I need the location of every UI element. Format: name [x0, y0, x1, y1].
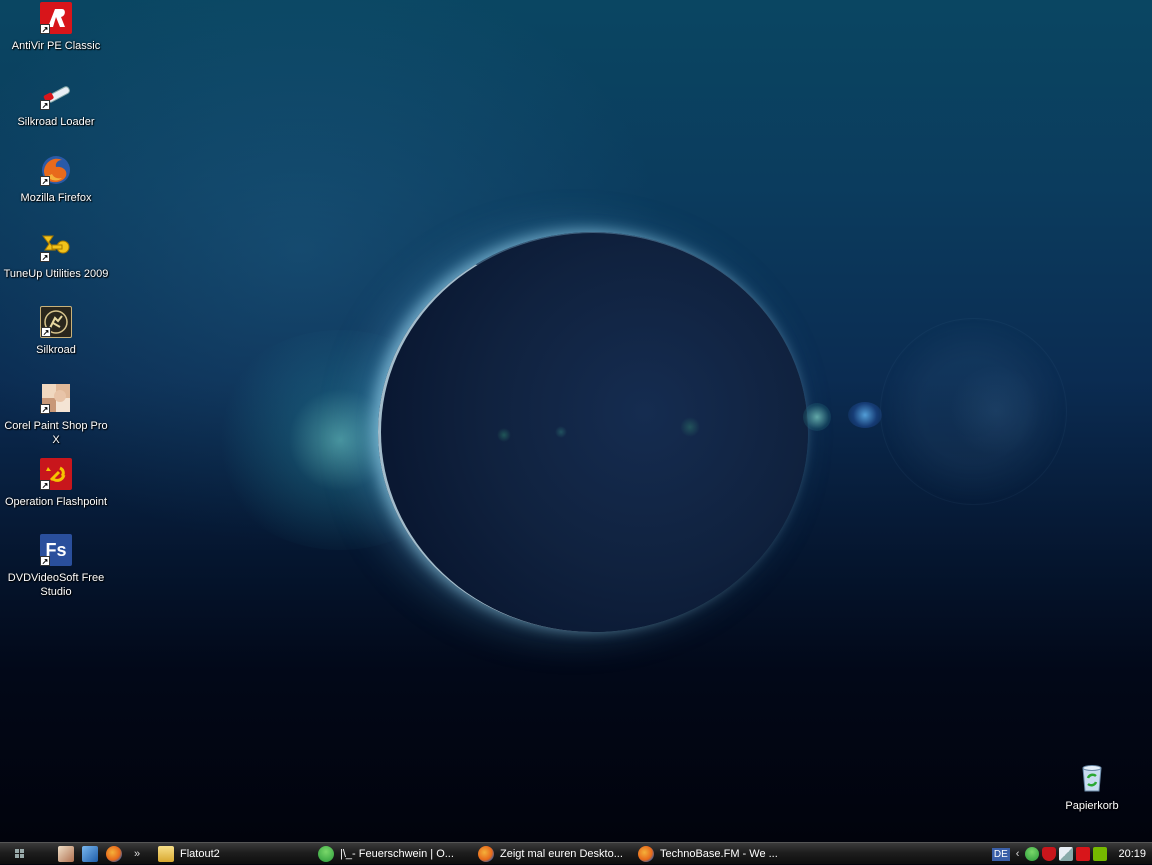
firefox-icon[interactable] — [106, 845, 122, 862]
desktop-icon-label: TuneUp Utilities 2009 — [3, 268, 109, 280]
ie-icon[interactable] — [82, 845, 98, 862]
operation-flashpoint-icon: ↗ — [40, 458, 72, 490]
desktop-icon-label: Silkroad Loader — [17, 116, 95, 128]
desktop-icon-label: Silkroad — [36, 344, 76, 356]
antivir-icon[interactable] — [1076, 847, 1091, 861]
taskbar-button-messenger[interactable]: |\_- Feuerschwein | O... — [318, 844, 470, 864]
windows-logo-icon — [14, 849, 24, 858]
language-indicator[interactable]: DE — [991, 847, 1010, 861]
silkroad-icon: ↗ — [40, 306, 72, 338]
desktop-icon-label: Operation Flashpoint — [4, 496, 108, 508]
messenger-icon — [318, 846, 334, 862]
lens-flare-dot — [803, 403, 831, 431]
taskbar-button-firefox-desktop-thread[interactable]: Zeigt mal euren Deskto... — [478, 844, 630, 864]
firefox-icon: ↗ — [40, 154, 72, 186]
desktop-icon-antivir[interactable]: ↗ AntiVir PE Classic — [0, 2, 112, 53]
lens-flare-spark — [555, 426, 567, 438]
tray-expand-chevron[interactable]: ‹ — [1016, 848, 1020, 860]
lens-flare-dot-blue — [848, 402, 882, 428]
start-button[interactable] — [0, 844, 38, 864]
desktop-wallpaper — [0, 0, 1152, 842]
desktop-icon-silkroad[interactable]: ↗ Silkroad — [0, 306, 112, 357]
lens-flare-ring-inner — [950, 365, 1042, 457]
shield-icon[interactable] — [1042, 847, 1057, 861]
desktop-icon-tuneup[interactable]: ↗ TuneUp Utilities 2009 — [0, 230, 112, 281]
folder-icon — [158, 846, 174, 862]
desktop-icon-firefox[interactable]: ↗ Mozilla Firefox — [0, 154, 112, 205]
desktop-icon-label: Mozilla Firefox — [20, 192, 92, 204]
taskbar: » Flatout2 |\_- Feuerschwein | O... Zeig… — [0, 842, 1152, 864]
quick-launch-bar: » — [58, 845, 140, 862]
taskbar-button-technobase[interactable]: TechnoBase.FM - We ... — [638, 844, 788, 864]
firefox-icon — [478, 846, 494, 862]
antivir-umbrella-icon: ↗ — [40, 2, 72, 34]
lens-flare-spark — [497, 428, 511, 442]
desktop-icon-recycle-bin[interactable]: Papierkorb — [1036, 762, 1148, 813]
desktop-icon-label: Corel Paint Shop Pro X — [4, 420, 108, 446]
task-label: Flatout2 — [180, 848, 220, 860]
desktop-icon-silkroad-loader[interactable]: ↗ Silkroad Loader — [0, 78, 112, 129]
desktop-icon-paint-shop-pro[interactable]: ↗ Corel Paint Shop Pro X — [0, 382, 112, 447]
desktop-icon-label: DVDVideoSoft Free Studio — [7, 572, 105, 598]
task-label: TechnoBase.FM - We ... — [660, 848, 778, 860]
desktop-icon-label: AntiVir PE Classic — [11, 40, 101, 52]
system-tray: DE ‹ 20:19 — [991, 843, 1152, 865]
desktop-icon-operation-flashpoint[interactable]: ↗ Operation Flashpoint — [0, 458, 112, 509]
messenger-icon[interactable] — [1025, 847, 1040, 861]
firefox-icon — [638, 846, 654, 862]
task-label: Zeigt mal euren Deskto... — [500, 848, 623, 860]
paint-shop-pro-icon: ↗ — [40, 382, 72, 414]
quick-launch-overflow-chevron[interactable]: » — [134, 848, 140, 860]
tuneup-icon: ↗ — [40, 230, 72, 262]
nvidia-icon[interactable] — [1093, 847, 1108, 861]
planet-rim-light — [378, 232, 808, 632]
syringe-icon: ↗ — [40, 78, 72, 110]
show-desktop-icon[interactable] — [58, 845, 74, 862]
syringe-icon[interactable] — [1059, 847, 1074, 861]
task-label: |\_- Feuerschwein | O... — [340, 848, 454, 860]
desktop-icon-label: Papierkorb — [1065, 800, 1119, 812]
recycle-bin-icon — [1076, 762, 1108, 794]
dvdvideosoft-icon: Fs ↗ — [40, 534, 72, 566]
taskbar-clock[interactable]: 20:19 — [1118, 848, 1146, 860]
taskbar-button-flatout2[interactable]: Flatout2 — [158, 844, 308, 864]
lens-flare-spark — [680, 417, 700, 437]
desktop-icon-dvdvideosoft[interactable]: Fs ↗ DVDVideoSoft Free Studio — [0, 534, 112, 599]
